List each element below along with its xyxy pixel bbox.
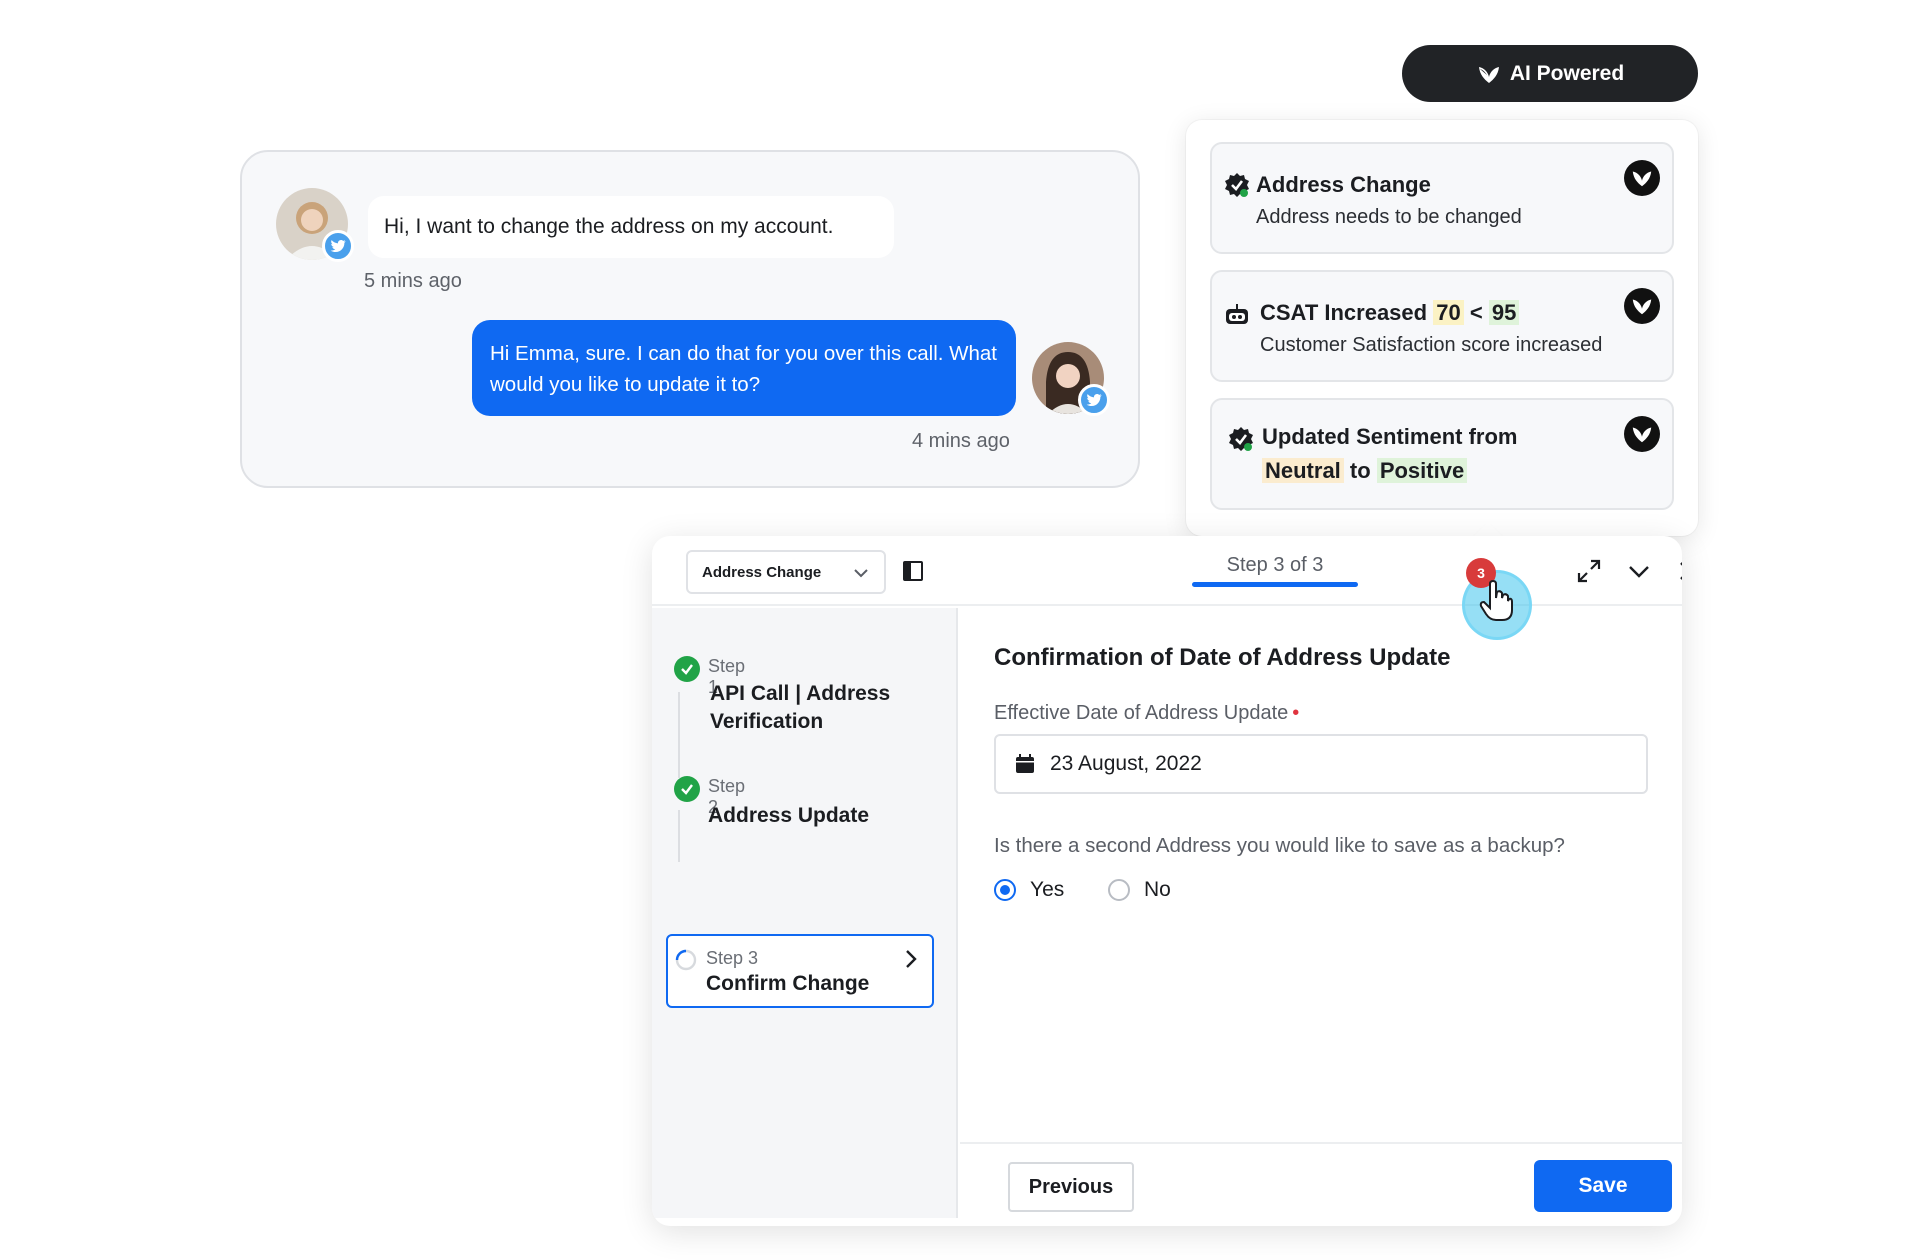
ai-powered-label: AI Powered [1509,61,1625,85]
incoming-message: Hi, I want to change the address on my a… [368,196,894,258]
step-progress-bar [1192,582,1358,587]
insight-title: Updated Sentiment from [1262,424,1518,449]
radio-no-control[interactable] [1108,879,1130,901]
insight-card-sentiment[interactable]: Updated Sentiment from Neutral to Positi… [1210,398,1674,510]
check-badge-icon [1229,427,1253,451]
sentiment-from: Neutral [1262,458,1344,483]
insight-subtitle: Address needs to be changed [1256,206,1522,228]
step-item-3-active[interactable]: Step 3 Confirm Change [666,934,934,1008]
previous-button[interactable]: Previous [1008,1162,1134,1212]
insight-title: CSAT Increased 70 < 95 [1260,300,1520,326]
check-icon [674,656,700,682]
chevron-right-icon [906,950,917,968]
sentiment-joiner: to [1349,458,1371,483]
ai-bloom-icon [1624,160,1660,196]
expand-icon[interactable] [1576,558,1602,584]
step-name: Confirm Change [706,972,870,995]
insight-card-csat[interactable]: CSAT Increased 70 < 95 Customer Satisfac… [1210,270,1674,382]
insight-card-address-change[interactable]: Address Change Address needs to be chang… [1210,142,1674,254]
csat-operator: < [1469,300,1483,325]
chat-card: Hi, I want to change the address on my a… [240,150,1140,488]
step-connector [678,810,680,862]
sentiment-change: Neutral to Positive [1262,458,1468,484]
backup-address-question: Is there a second Address you would like… [994,834,1565,857]
save-button[interactable]: Save [1534,1160,1672,1212]
close-icon[interactable] [1676,558,1682,584]
guided-workflow-panel: Address Change Step 3 of 3 3 Step 1 API … [652,536,1682,1226]
check-badge-icon [1225,173,1249,197]
ai-bloom-icon [1624,288,1660,324]
radio-no[interactable]: No [1108,878,1171,902]
bot-icon [1226,304,1248,324]
outgoing-timestamp: 4 mins ago [912,430,1010,452]
workflow-footer: Previous Save [960,1142,1682,1218]
ai-bloom-icon [1624,416,1660,452]
field-label-text: Effective Date of Address Update [994,702,1289,724]
sentiment-to: Positive [1376,458,1468,483]
required-indicator: • [1292,702,1300,724]
insight-subtitle: Customer Satisfaction score increased [1260,334,1603,356]
step-name: API Call | Address Verification [710,682,891,733]
twitter-icon [322,230,354,262]
step-connector [678,692,680,778]
workflow-select-value: Address Change [702,563,822,581]
collapse-chevron-icon[interactable] [1626,558,1652,584]
csat-title-text: CSAT Increased [1260,300,1428,325]
effective-date-field[interactable]: 23 August, 2022 [994,734,1648,794]
side-panel-icon[interactable] [902,560,924,582]
step-name: Address Update [708,804,870,827]
spinner-icon [675,949,697,971]
csat-to-value: 95 [1488,300,1520,325]
page-title: Confirmation of Date of Address Update [994,644,1451,671]
radio-yes-label: Yes [1030,878,1065,901]
ai-insights-panel: Address Change Address needs to be chang… [1186,120,1698,536]
radio-yes[interactable]: Yes [994,878,1064,902]
ai-powered-badge[interactable]: AI Powered [1402,45,1698,102]
field-label: Effective Date of Address Update • [994,702,1299,725]
radio-yes-control[interactable] [994,879,1016,901]
steps-sidebar: Step 1 API Call | Address Verification S… [652,608,958,1218]
check-icon [674,776,700,802]
incoming-timestamp: 5 mins ago [364,270,462,292]
ai-bloom-icon [1478,66,1499,83]
workflow-header: Address Change Step 3 of 3 3 [652,536,1682,640]
radio-no-label: No [1144,878,1171,901]
step-label: Step 3 [706,948,759,968]
chevron-down-icon [854,569,868,578]
date-value: 23 August, 2022 [1050,752,1202,775]
calendar-icon [1016,754,1034,773]
workflow-select[interactable]: Address Change [686,550,886,594]
insight-title: Address Change [1256,172,1431,197]
step-indicator: Step 3 of 3 [1226,554,1324,576]
csat-from-value: 70 [1433,300,1464,325]
outgoing-message: Hi Emma, sure. I can do that for you ove… [472,320,1016,416]
twitter-icon [1078,384,1110,416]
step-content: Confirmation of Date of Address Update E… [960,608,1682,1218]
